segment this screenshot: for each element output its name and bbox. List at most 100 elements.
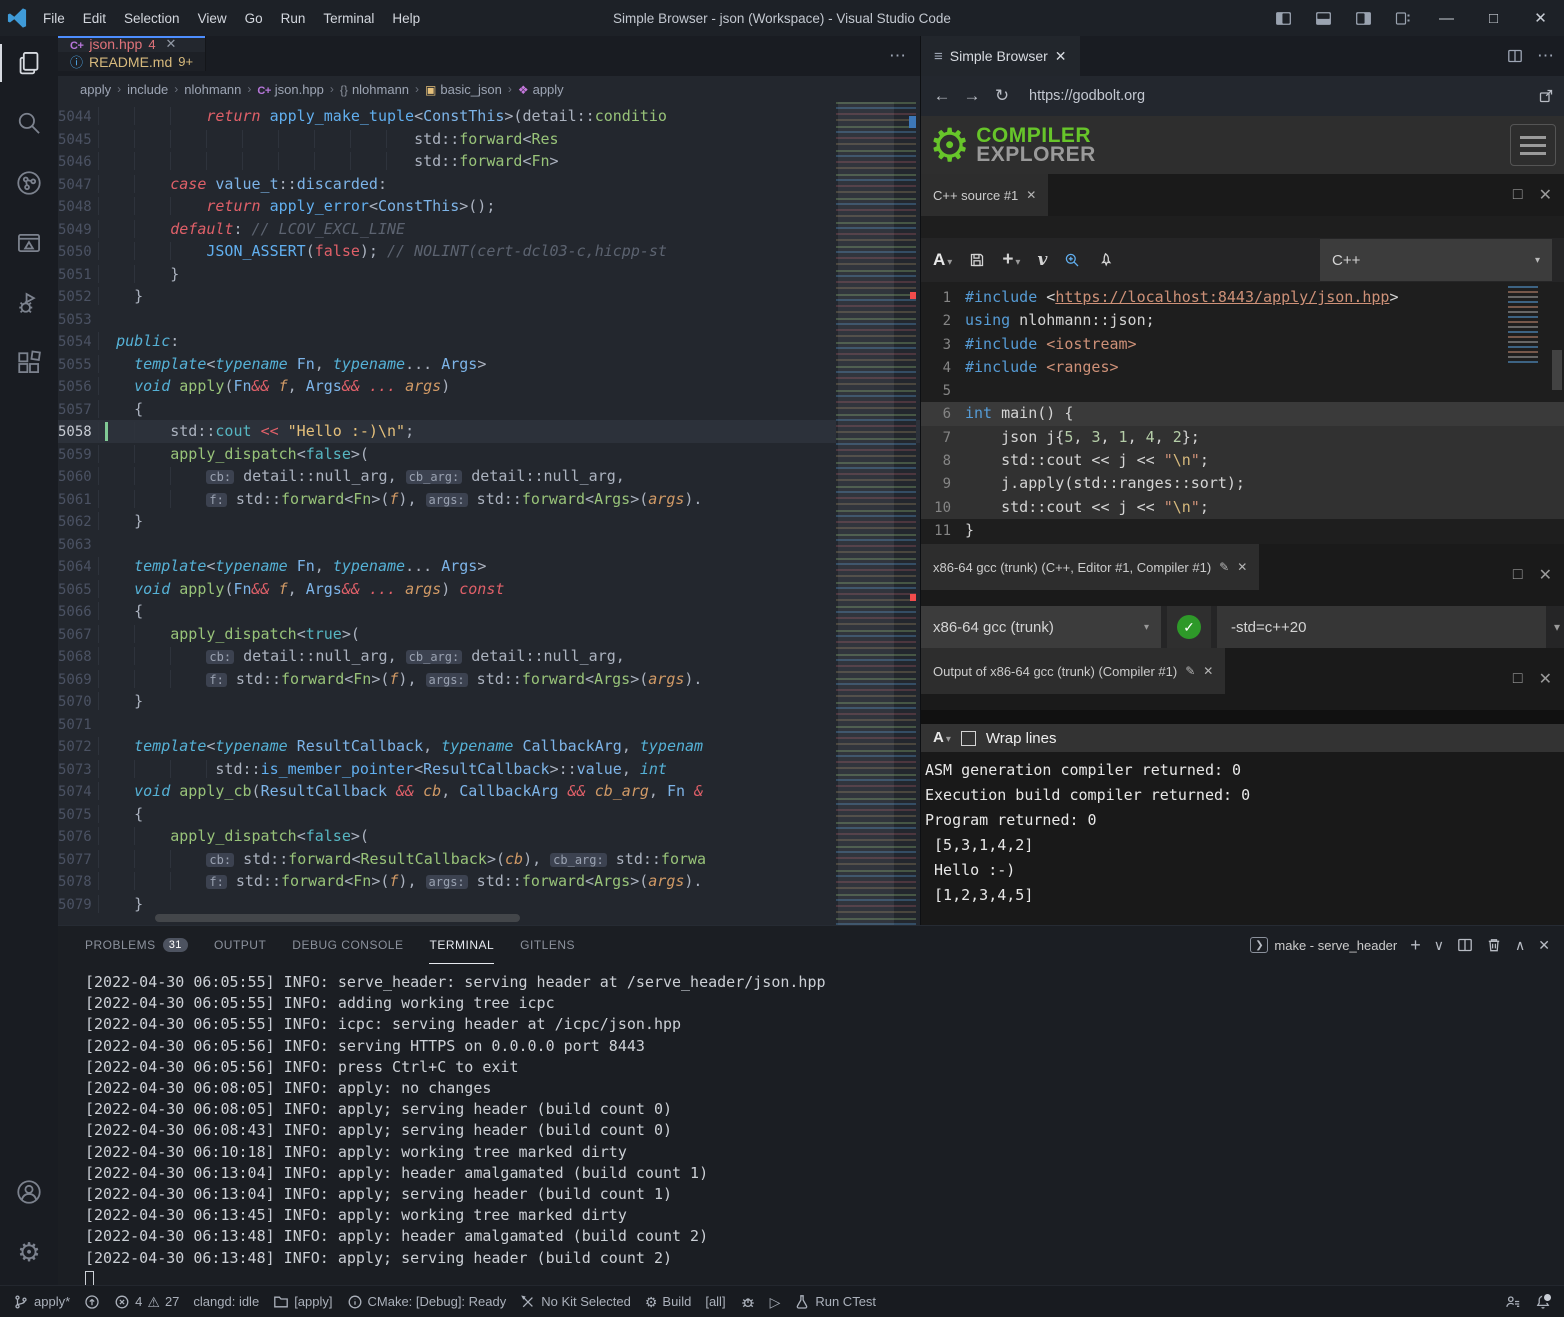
code-line[interactable]: 5068 cb: detail::null_arg, cb_arg: detai… [58,645,920,668]
open-external-icon[interactable] [1538,88,1554,104]
menu-go[interactable]: Go [236,11,272,26]
activity-item-source-control[interactable] [0,156,58,210]
compiler-select[interactable]: x86-64 gcc (trunk) ▾ [921,606,1161,648]
terminal-content[interactable]: [2022-04-30 06:05:55] INFO: serve_header… [58,964,1564,1289]
output-tab[interactable]: Output of x86-64 gcc (trunk) (Compiler #… [921,648,1225,694]
customize-layout-icon[interactable] [1383,0,1423,36]
code-line[interactable]: 5079 } [58,893,920,916]
toggle-secondary-sidebar-icon[interactable] [1343,0,1383,36]
tab-README.md[interactable]: ⓘREADME.md9+ [58,52,206,71]
ce-code-line[interactable]: 9 j.apply(std::ranges::sort); [921,472,1564,495]
code-line[interactable]: 5065 void apply(Fn&& f, Args&& ... args)… [58,578,920,601]
code-line[interactable]: 5044 return apply_make_tuple<ConstThis>(… [58,105,920,128]
close-source-icon[interactable]: ✕ [1026,188,1036,202]
activity-item-files[interactable] [0,36,58,90]
status-item-build[interactable]: ⚙Build [638,1286,698,1317]
compiler-tab[interactable]: x86-64 gcc (trunk) (C++, Editor #1, Comp… [921,544,1259,590]
minimap[interactable] [836,102,916,925]
code-line[interactable]: 5066 { [58,600,920,623]
editor-more-actions-icon[interactable]: ⋯ [889,36,906,76]
rename-output-icon[interactable]: ✎ [1185,664,1195,678]
code-line[interactable]: 5075 { [58,803,920,826]
back-icon[interactable]: ← [931,86,953,106]
panel-tab-gitlens[interactable]: GITLENS [520,926,575,964]
ce-code-line[interactable]: 1#include <https://localhost:8443/apply/… [921,286,1564,309]
maximize-pane-icon[interactable]: □ [1513,186,1523,204]
split-editor-icon[interactable] [1507,48,1523,64]
zoom-icon[interactable] [1064,252,1080,268]
compiler-explorer-source-editor[interactable]: 1#include <https://localhost:8443/apply/… [921,282,1564,544]
reload-icon[interactable]: ↻ [991,86,1013,106]
code-line[interactable]: 5074 void apply_cb(ResultCallback && cb,… [58,780,920,803]
code-line[interactable]: 5055 template<typename Fn, typename... A… [58,353,920,376]
status-item-kit[interactable]: No Kit Selected [513,1286,638,1317]
code-line[interactable]: 5049 default: // LCOV_EXCL_LINE [58,218,920,241]
ce-code-line[interactable]: 2using nlohmann::json; [921,309,1564,332]
ce-code-line[interactable]: 10 std::cout << j << "\n"; [921,496,1564,519]
code-line[interactable]: 5072 template<typename ResultCallback, t… [58,735,920,758]
code-line[interactable]: 5047 case value_t::discarded: [58,173,920,196]
maximize-pane-icon[interactable]: □ [1513,670,1523,688]
url-input[interactable]: https://godbolt.org [1021,83,1530,109]
toggle-primary-sidebar-icon[interactable] [1263,0,1303,36]
menu-file[interactable]: File [34,11,74,26]
ce-code-line[interactable]: 5 [921,379,1564,402]
breadcrumb-item-nlohmann[interactable]: {}nlohmann [340,82,409,97]
panel-tab-problems[interactable]: PROBLEMS31 [85,926,188,964]
close-window-button[interactable]: ✕ [1517,0,1564,36]
menu-view[interactable]: View [189,11,236,26]
code-line[interactable]: 5069 f: std::forward<Fn>(f), args: std::… [58,668,920,691]
activity-item-settings-gear[interactable]: ⚙ [0,1225,58,1279]
activity-item-extensions[interactable] [0,336,58,390]
code-line[interactable]: 5059 apply_dispatch<false>( [58,443,920,466]
code-line[interactable]: 5045 std::forward<Res [58,128,920,151]
maximize-pane-icon[interactable]: □ [1513,566,1523,584]
code-line[interactable]: 5067 apply_dispatch<true>( [58,623,920,646]
code-line[interactable]: 5046 std::forward<Fn> [58,150,920,173]
code-line[interactable]: 5078 f: std::forward<Fn>(f), args: std::… [58,870,920,893]
status-item-feedback[interactable] [1498,1286,1528,1317]
rename-compiler-icon[interactable]: ✎ [1219,560,1229,574]
code-line[interactable]: 5062 } [58,510,920,533]
code-line[interactable]: 5052 } [58,285,920,308]
tools-icon[interactable] [1097,252,1113,268]
menu-run[interactable]: Run [272,11,315,26]
code-line[interactable]: 5053 [58,308,920,331]
close-pane-icon[interactable]: ✕ [1539,185,1552,205]
status-item-build-target[interactable]: [all] [698,1286,732,1317]
code-line[interactable]: 5054 public: [58,330,920,353]
code-line[interactable]: 5063 [58,533,920,556]
status-item-ctest[interactable]: Run CTest [787,1286,883,1317]
status-item-cmake-folder[interactable]: [apply] [266,1286,339,1317]
ce-code-line[interactable]: 11} [921,519,1564,542]
terminal-instance[interactable]: ❯ make - serve_header [1250,937,1397,953]
split-terminal-icon[interactable] [1457,937,1473,953]
close-compiler-icon[interactable]: ✕ [1237,560,1247,574]
wrap-lines-checkbox[interactable] [961,731,976,746]
close-pane-icon[interactable]: ✕ [1539,669,1552,689]
code-line[interactable]: 5073 std::is_member_pointer<ResultCallba… [58,758,920,781]
activity-item-run-debug[interactable] [0,276,58,330]
options-caret-icon[interactable]: ▾ [1554,620,1560,634]
ce-code-line[interactable]: 4#include <ranges> [921,356,1564,379]
status-item-notifications[interactable] [1528,1286,1558,1317]
menu-selection[interactable]: Selection [115,11,189,26]
close-tab-icon[interactable]: ✕ [1055,48,1067,65]
compiler-options-input[interactable]: -std=c++20 [1217,606,1546,648]
ce-code-line[interactable]: 7 json j{5, 3, 1, 4, 2}; [921,426,1564,449]
code-line[interactable]: 5064 template<typename Fn, typename... A… [58,555,920,578]
code-line[interactable]: 5077 cb: std::forward<ResultCallback>(cb… [58,848,920,871]
ce-scrollbar[interactable] [1552,350,1562,390]
status-item-clangd[interactable]: clangd: idle [186,1286,266,1317]
status-item-debug[interactable] [733,1286,763,1317]
font-size-button[interactable]: A▾ [933,250,952,270]
code-line[interactable]: 5057 { [58,398,920,421]
breadcrumb-item-json.hpp[interactable]: C+json.hpp [257,82,324,97]
terminal-dropdown-icon[interactable]: ∨ [1434,937,1444,954]
code-line[interactable]: 5070 } [58,690,920,713]
vim-mode-icon[interactable]: v [1037,250,1047,270]
status-item-branch[interactable]: apply* [6,1286,77,1317]
code-editor[interactable]: 5044 return apply_make_tuple<ConstThis>(… [58,102,920,925]
menu-help[interactable]: Help [383,11,429,26]
forward-icon[interactable]: → [961,86,983,106]
